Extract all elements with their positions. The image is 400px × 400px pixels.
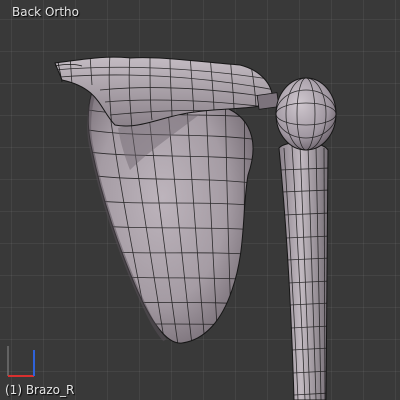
- mesh-object-brazo-r[interactable]: [0, 0, 400, 400]
- humeral-head: [275, 77, 337, 151]
- axes-gizmo-icon: [7, 346, 35, 377]
- 3d-viewport[interactable]: Back Ortho (1) Brazo_R: [0, 0, 400, 400]
- view-name-label: Back Ortho: [12, 5, 79, 19]
- object-info-label: (1) Brazo_R: [5, 383, 75, 397]
